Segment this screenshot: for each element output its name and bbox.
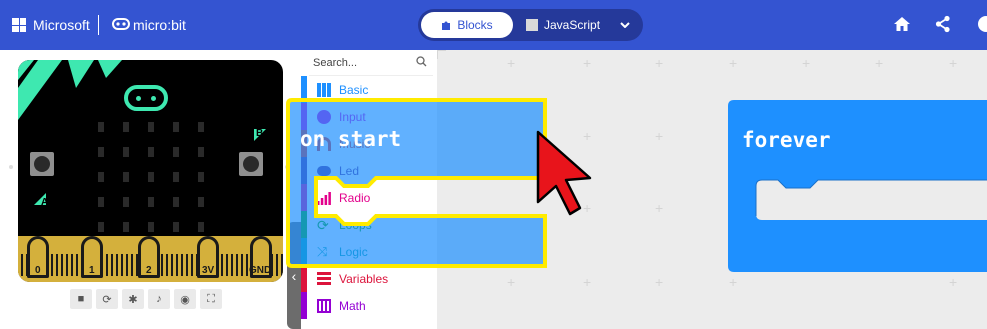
category-label: Basic [339,83,369,97]
language-dropdown[interactable] [614,12,636,38]
header-divider [98,15,99,35]
category-label: Input [339,110,366,124]
toolbox-category-logic[interactable]: ⤨ Logic [301,238,437,265]
button-b-label: B [256,128,264,139]
button-b[interactable] [239,152,263,176]
toolbox-category-radio[interactable]: Radio [301,184,437,211]
toolbox-category-math[interactable]: Math [301,292,437,319]
settings-icon[interactable] [978,16,987,32]
search-input[interactable]: Search... [313,57,357,69]
microsoft-logo-icon [12,18,26,32]
tab-blocks-label: Blocks [457,18,493,32]
editor-toggle: Blocks JavaScript [418,9,643,41]
category-label: Logic [339,245,368,259]
board-corner-decoration [18,60,128,120]
refresh-icon: ⟳ [317,217,329,233]
button-a-label: A [41,197,49,208]
sound-icon[interactable]: ♪ [148,289,170,309]
category-label: Led [339,164,360,178]
chevron-left-icon: ‹ [291,267,297,284]
fullscreen-icon[interactable]: ⛶ [200,289,222,309]
collapse-simulator-button[interactable]: ‹ [287,222,301,329]
forever-block-label: forever [742,128,831,152]
tab-javascript[interactable]: JavaScript [526,12,611,38]
toolbox-search[interactable]: Search... [309,53,433,76]
pin-label: 2 [146,265,152,276]
toolbox-category-variables[interactable]: Variables [301,265,437,292]
microbit-logo-icon [112,18,130,30]
toolbox-category-input[interactable]: Input [301,103,437,130]
input-icon [317,110,331,124]
javascript-icon [526,19,538,31]
stop-icon[interactable]: ■ [70,289,92,309]
toolbox-category-led[interactable]: Led [301,157,437,184]
puzzle-icon [442,21,451,30]
microbit-board: A B 0 1 2 3V GND [18,60,283,282]
pin-label: 0 [35,265,41,276]
restart-icon[interactable]: ⟳ [96,289,118,309]
grid-icon [317,83,331,97]
button-a[interactable] [30,152,54,176]
forever-block[interactable] [728,100,987,272]
category-label: Radio [339,191,371,205]
calculator-icon [317,299,331,313]
toggle-icon [317,166,331,176]
search-icon [416,56,427,67]
category-label: Math [339,299,366,313]
on-start-block-label: on start [300,127,402,151]
category-label: Loops [339,218,372,232]
tab-blocks[interactable]: Blocks [421,12,513,38]
camera-icon[interactable]: ◉ [174,289,196,309]
touch-logo-icon[interactable] [124,85,168,111]
toolbox: Search... Basic Input Music Led Radio ⟳ [301,50,438,329]
shuffle-icon: ⤨ [317,244,328,259]
tab-javascript-label: JavaScript [544,18,601,32]
signal-bars-icon [317,192,331,205]
drag-pointer-icon [536,130,592,216]
simulator-toolbar: ■ ⟳ ✱ ♪ ◉ ⛶ [70,289,230,309]
board-side-dot [9,165,13,169]
category-label: Variables [339,272,389,286]
toolbox-category-basic[interactable]: Basic [301,76,437,103]
debug-icon[interactable]: ✱ [122,289,144,309]
home-icon[interactable] [893,15,911,33]
pin-label: 1 [89,265,95,276]
brand-name: Microsoft [33,17,90,33]
list-icon [317,272,331,286]
pin-label: GND [249,265,272,276]
pin-label: 3V [202,265,215,276]
top-header: Microsoft micro:bit Blocks JavaScript [0,0,987,50]
chevron-down-icon [620,22,630,28]
toolbox-category-loops[interactable]: ⟳ Loops [301,211,437,238]
share-icon[interactable] [935,15,951,33]
product-name: micro:bit [133,17,186,33]
simulator-panel: A B 0 1 2 3V GND [0,50,300,329]
board-side-dot [285,165,289,169]
